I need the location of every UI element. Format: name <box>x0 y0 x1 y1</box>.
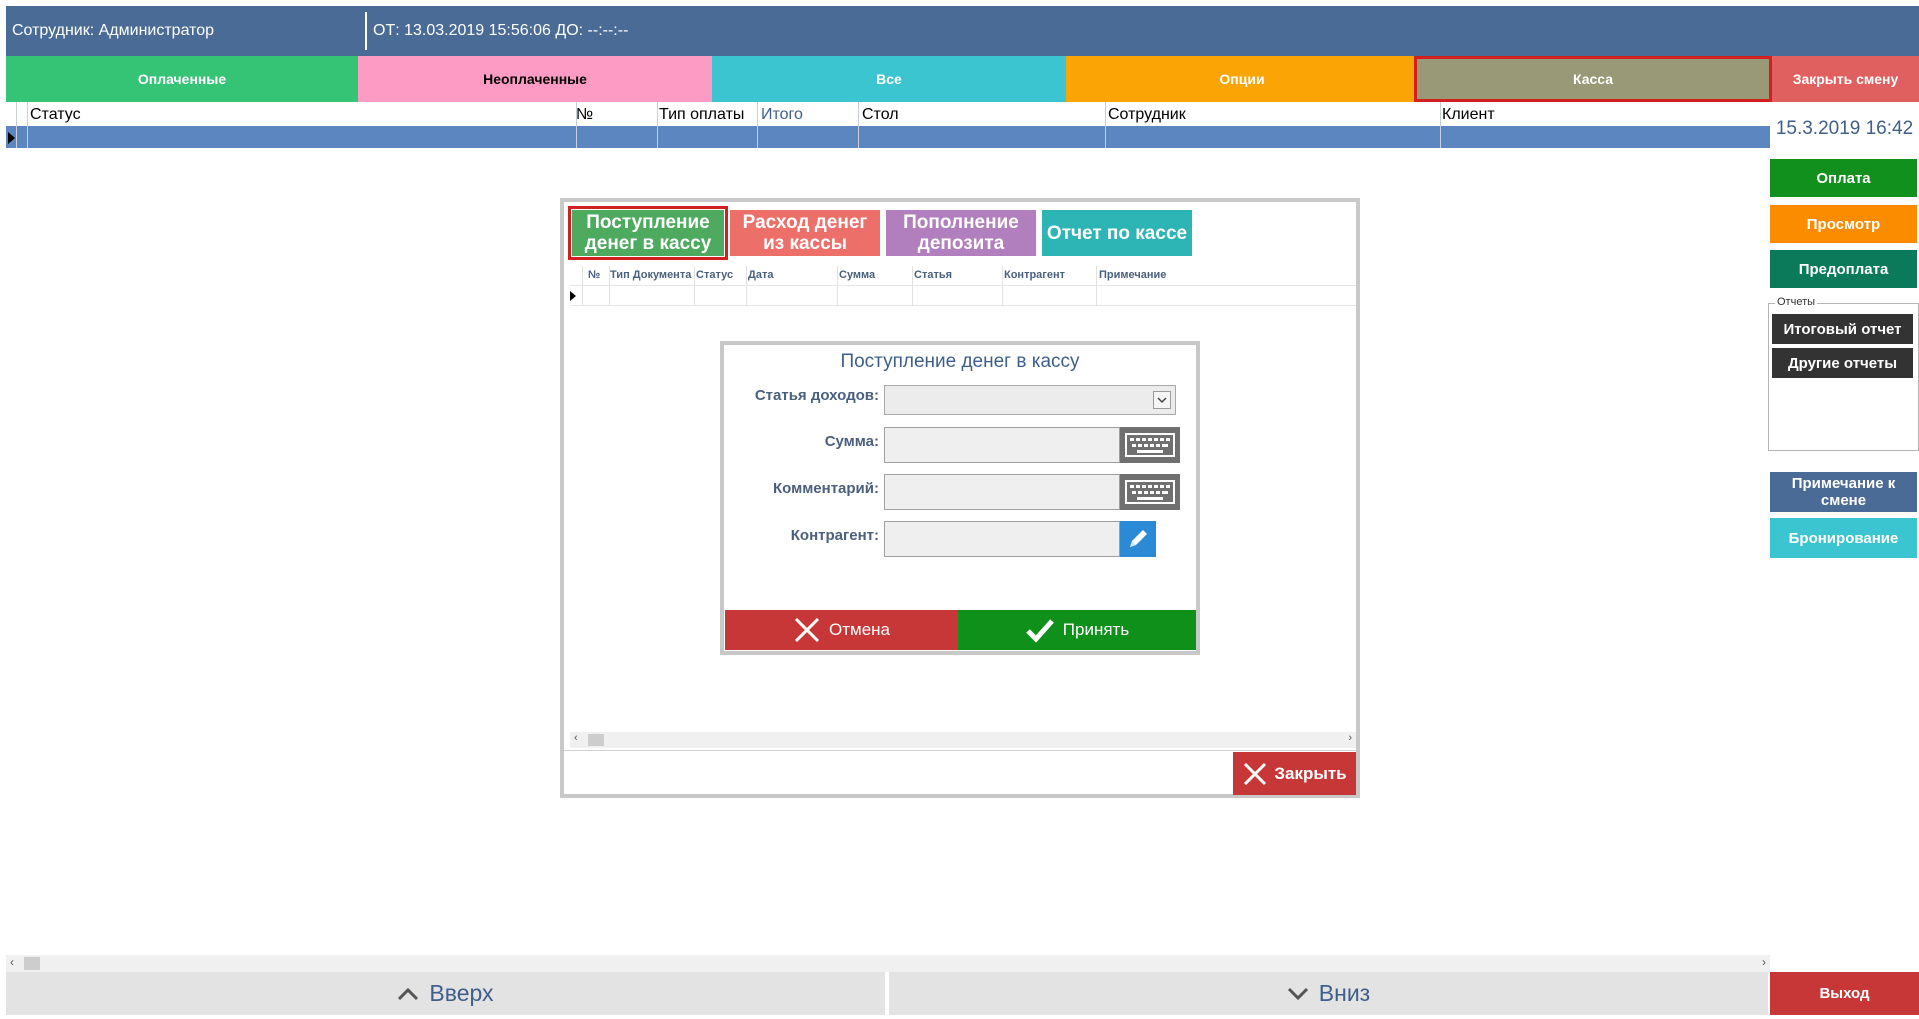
col-article[interactable]: Статья <box>914 269 952 281</box>
col-employee[interactable]: Сотрудник <box>1108 106 1186 124</box>
prepayment-button[interactable]: Предоплата <box>1770 250 1917 288</box>
contractor-label: Контрагент: <box>790 527 879 544</box>
employee-label: Сотрудник: Администратор <box>12 22 215 39</box>
scroll-thumb[interactable] <box>24 957 40 970</box>
cash-income-form: Поступление денег в кассу Статья доходов… <box>720 341 1200 655</box>
tab-options[interactable]: Опции <box>1066 56 1418 102</box>
col-number[interactable]: № <box>588 269 600 281</box>
table-row[interactable] <box>6 126 1770 148</box>
tab-unpaid[interactable]: Неоплаченные <box>358 56 712 102</box>
close-icon <box>794 617 820 643</box>
col-date[interactable]: Дата <box>748 269 773 281</box>
table-row[interactable] <box>570 286 1356 306</box>
col-amount[interactable]: Сумма <box>839 269 875 281</box>
scroll-left-icon[interactable]: ‹ <box>10 955 14 969</box>
tab-all[interactable]: Все <box>712 56 1066 102</box>
tab-cash-expense[interactable]: Расход денег из кассы <box>730 210 880 256</box>
scroll-up-label: Вверх <box>429 980 494 1006</box>
booking-button[interactable]: Бронирование <box>1770 518 1917 558</box>
tab-paid[interactable]: Оплаченные <box>6 56 358 102</box>
view-button[interactable]: Просмотр <box>1770 205 1917 243</box>
close-shift-button[interactable]: Закрыть смену <box>1772 56 1919 102</box>
top-bar: Сотрудник: Администратор ОТ: 13.03.2019 … <box>6 6 1919 56</box>
summary-report-button[interactable]: Итоговый отчет <box>1772 314 1913 344</box>
keyboard-icon[interactable] <box>1120 427 1180 463</box>
close-dialog-button[interactable]: Закрыть <box>1233 752 1356 795</box>
orders-grid-header: Статус № Тип оплаты Итого Стол Сотрудник… <box>6 102 1770 126</box>
chevron-up-icon <box>398 987 419 1000</box>
scroll-down-label: Вниз <box>1318 980 1371 1006</box>
other-reports-button[interactable]: Другие отчеты <box>1772 348 1913 378</box>
income-article-select[interactable] <box>884 385 1176 415</box>
cash-grid-horizontal-scrollbar[interactable]: ‹ › <box>570 732 1356 748</box>
chevron-down-icon[interactable] <box>1153 391 1171 409</box>
col-total[interactable]: Итого <box>761 106 803 124</box>
row-selector-icon <box>8 132 15 144</box>
tab-cash[interactable]: Касса <box>1414 56 1772 102</box>
edit-icon[interactable] <box>1120 521 1156 557</box>
reports-group-label: Отчеты <box>1775 296 1818 308</box>
cancel-label: Отмена <box>829 620 890 639</box>
col-contractor[interactable]: Контрагент <box>1004 269 1065 281</box>
scroll-right-icon[interactable]: › <box>1762 955 1766 969</box>
amount-field[interactable] <box>884 427 1120 463</box>
amount-label: Сумма: <box>824 433 879 450</box>
tab-deposit-topup[interactable]: Пополнение депозита <box>886 210 1036 256</box>
comment-field[interactable] <box>884 474 1120 510</box>
divider <box>365 12 367 50</box>
col-payment-type[interactable]: Тип оплаты <box>659 106 744 124</box>
close-icon <box>1244 762 1267 785</box>
contractor-field[interactable] <box>884 521 1120 557</box>
shift-period-label: ОТ: 13.03.2019 15:56:06 ДО: --:--:-- <box>373 22 629 39</box>
cancel-button[interactable]: Отмена <box>725 610 958 650</box>
col-client[interactable]: Клиент <box>1442 106 1495 124</box>
scroll-down-button[interactable]: Вниз <box>889 972 1768 1015</box>
pay-button[interactable]: Оплата <box>1770 159 1917 197</box>
scroll-thumb[interactable] <box>588 734 604 746</box>
tab-cash-report[interactable]: Отчет по кассе <box>1042 210 1192 256</box>
col-status[interactable]: Статус <box>30 106 81 124</box>
chevron-down-icon <box>1287 987 1308 1000</box>
accept-label: Принять <box>1062 620 1130 639</box>
col-status[interactable]: Статус <box>696 269 733 281</box>
article-label: Статья доходов: <box>754 387 879 404</box>
close-label: Закрыть <box>1274 763 1347 783</box>
scroll-up-button[interactable]: Вверх <box>6 972 885 1015</box>
check-icon <box>1026 619 1054 643</box>
keyboard-icon[interactable] <box>1120 474 1180 510</box>
tab-cash-income[interactable]: Поступление денег в кассу <box>568 206 728 260</box>
col-doc-type[interactable]: Тип Документа <box>610 269 691 281</box>
col-note[interactable]: Примечание <box>1099 269 1166 281</box>
accept-button[interactable]: Принять <box>958 610 1196 650</box>
comment-label: Комментарий: <box>772 480 879 497</box>
form-title: Поступление денег в кассу <box>840 351 1080 372</box>
scroll-left-icon[interactable]: ‹ <box>574 732 578 744</box>
main-horizontal-scrollbar[interactable]: ‹ › <box>6 955 1770 972</box>
exit-button[interactable]: Выход <box>1770 972 1919 1015</box>
cash-grid-header: № Тип Документа Статус Дата Сумма Статья… <box>570 266 1356 286</box>
row-selector-icon <box>570 291 576 301</box>
shift-note-button[interactable]: Примечание к смене <box>1770 472 1917 512</box>
col-table[interactable]: Стол <box>862 106 899 124</box>
datetime-label: 15.3.2019 16:42 <box>1775 118 1914 139</box>
col-number[interactable]: № <box>576 106 593 124</box>
scroll-right-icon[interactable]: › <box>1348 732 1352 744</box>
